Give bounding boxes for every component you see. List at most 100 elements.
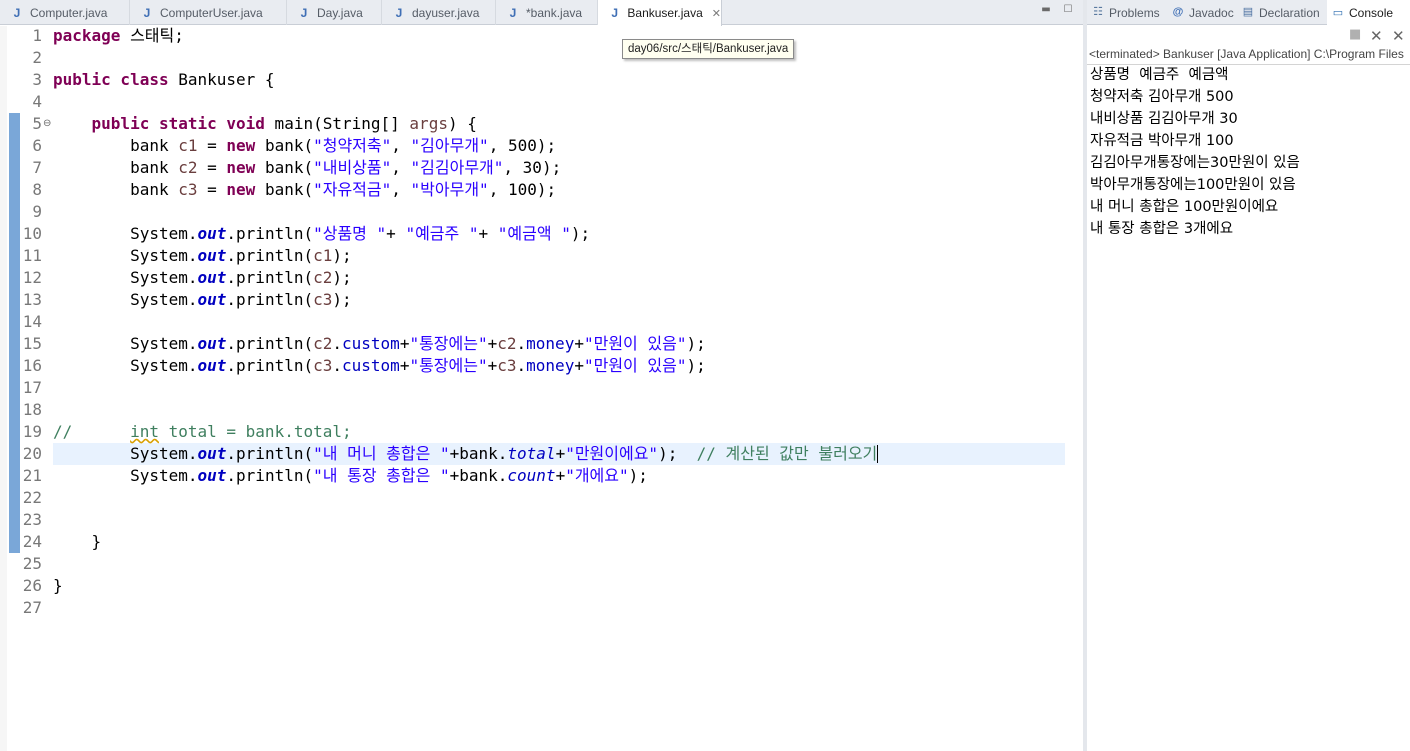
line-number: 18 [22, 400, 42, 419]
line-number: 10 [22, 224, 42, 243]
quick-diff-change-bar [9, 113, 20, 553]
tab-label: Javadoc [1189, 5, 1234, 20]
line-number: 2 [32, 48, 42, 67]
tab-label: Computer.java [30, 5, 108, 20]
code-line-current: System.out.println("내 머니 총합은 "+bank.tota… [53, 444, 879, 463]
code-line: System.out.println(c1); [53, 246, 352, 265]
line-number: 20 [22, 444, 42, 463]
line-number: 24 [22, 532, 42, 551]
code-editor[interactable]: 1 2 3 4 5 6 7 8 9 10 11 12 13 14 15 16 1… [0, 26, 1083, 751]
tab-label: ComputerUser.java [160, 5, 263, 20]
code-line: bank c1 = new bank("청약저축", "김아무개", 500); [53, 136, 557, 155]
tab-javadoc[interactable]: @ Javadoc [1171, 0, 1239, 25]
console-line: 내 통장 총합은 3개에요 [1090, 221, 1234, 237]
tab-bank-java[interactable]: J *bank.java [496, 0, 598, 25]
console-line: 내 머니 총합은 100만원이에요 [1090, 199, 1279, 215]
console-line: 박아무개통장에는100만원이 있음 [1090, 177, 1296, 193]
java-file-icon: J [611, 6, 619, 20]
remove-all-terminated-icon[interactable]: ✕ [1392, 27, 1405, 45]
tab-computer-java[interactable]: J Computer.java [0, 0, 130, 25]
console-line: 상품명 예금주 예금액 [1090, 67, 1229, 83]
console-line: 내비상품 김김아무개 30 [1090, 111, 1238, 127]
console-output[interactable]: 상품명 예금주 예금액 청약저축 김아무개 500 내비상품 김김아무개 30 … [1090, 64, 1410, 240]
minimize-icon[interactable]: ▬ [1040, 5, 1052, 16]
file-path-tooltip: day06/src/스태틱/Bankuser.java [622, 39, 795, 59]
java-file-icon: J [13, 5, 21, 20]
line-number: 27 [22, 598, 42, 617]
code-line: } [53, 576, 63, 595]
panel-divider[interactable] [1083, 0, 1087, 751]
close-icon[interactable]: ✕ [712, 7, 721, 20]
line-number: 5 [32, 114, 42, 133]
java-file-icon: J [509, 5, 517, 20]
tab-console[interactable]: ▭ Console [1327, 0, 1410, 26]
tab-label: dayuser.java [412, 5, 480, 20]
text-cursor [877, 445, 879, 463]
line-number: 21 [22, 466, 42, 485]
view-tab-bar: ☷ Problems @ Javadoc ▤ Declaration ▭ Con… [1087, 0, 1410, 26]
code-line: package 스태틱; [53, 26, 184, 45]
code-line: System.out.println(c2.custom+"통장에는"+c2.m… [53, 334, 706, 353]
tab-declaration[interactable]: ▤ Declaration [1241, 0, 1327, 25]
tab-day-java[interactable]: J Day.java [287, 0, 382, 25]
line-number: 23 [22, 510, 42, 529]
code-line: System.out.println("내 통장 총합은 "+bank.coun… [53, 466, 648, 485]
line-number: 13 [22, 290, 42, 309]
code-line: } [53, 532, 102, 551]
javadoc-icon: @ [1172, 6, 1184, 18]
line-number: 3 [32, 70, 42, 89]
code-line-comment: // int total = bank.total; [53, 422, 352, 441]
problems-icon: ☷ [1093, 6, 1103, 18]
tab-bankuser-java[interactable]: J Bankuser.java ✕ [598, 0, 722, 26]
line-number: 16 [22, 356, 42, 375]
java-file-icon: J [300, 5, 308, 20]
java-file-icon: J [143, 5, 151, 20]
code-line: System.out.println("상품명 "+ "예금주 "+ "예금액 … [53, 224, 591, 243]
tab-label: Day.java [317, 5, 363, 20]
java-file-icon: J [395, 5, 403, 20]
terminate-icon[interactable]: ■ [1349, 27, 1361, 42]
line-number: 22 [22, 488, 42, 507]
tab-dayuser-java[interactable]: J dayuser.java [382, 0, 496, 25]
line-number: 26 [22, 576, 42, 595]
console-toolbar: ■ ✕ ✕ [1087, 26, 1410, 46]
line-number: 14 [22, 312, 42, 331]
code-line: public class Bankuser { [53, 70, 275, 89]
line-number: 17 [22, 378, 42, 397]
console-process-description: <terminated> Bankuser [Java Application]… [1089, 47, 1404, 61]
console-line: 청약저축 김아무개 500 [1090, 89, 1234, 105]
tab-label: Console [1349, 6, 1394, 20]
tab-label: Bankuser.java [627, 6, 703, 20]
tab-label: Problems [1109, 5, 1160, 20]
console-line: 김김아무개통장에는30만원이 있음 [1090, 155, 1300, 171]
fold-collapse-icon[interactable]: ⊖ [43, 113, 51, 135]
declaration-icon: ▤ [1242, 6, 1254, 18]
line-number: 12 [22, 268, 42, 287]
tab-label: Declaration [1259, 5, 1320, 20]
line-number: 15 [22, 334, 42, 353]
line-number: 1 [32, 26, 42, 45]
annotation-ruler [0, 26, 7, 751]
line-number: 6 [32, 136, 42, 155]
line-number: 7 [32, 158, 42, 177]
code-line: System.out.println(c3); [53, 290, 352, 309]
code-line: System.out.println(c2); [53, 268, 352, 287]
line-number: 9 [32, 202, 42, 221]
tab-computeruser-java[interactable]: J ComputerUser.java [130, 0, 287, 25]
line-number: 8 [32, 180, 42, 199]
code-line: System.out.println(c3.custom+"통장에는"+c3.m… [53, 356, 706, 375]
tab-problems[interactable]: ☷ Problems [1091, 0, 1169, 25]
remove-launch-icon[interactable]: ✕ [1370, 27, 1383, 45]
code-line: bank c3 = new bank("자유적금", "박아무개", 100); [53, 180, 557, 199]
console-icon: ▭ [1332, 6, 1344, 19]
line-number: 19 [22, 422, 42, 441]
code-line: bank c2 = new bank("내비상품", "김김아무개", 30); [53, 158, 562, 177]
console-line: 자유적금 박아무개 100 [1090, 133, 1234, 149]
line-number: 4 [32, 92, 42, 111]
line-number: 25 [22, 554, 42, 573]
code-line: public static void main(String[] args) { [91, 114, 477, 133]
line-number: 11 [22, 246, 42, 265]
tab-label: *bank.java [526, 5, 583, 20]
editor-tab-bar: J Computer.java J ComputerUser.java J Da… [0, 0, 1083, 26]
maximize-icon[interactable]: ☐ [1062, 5, 1074, 16]
